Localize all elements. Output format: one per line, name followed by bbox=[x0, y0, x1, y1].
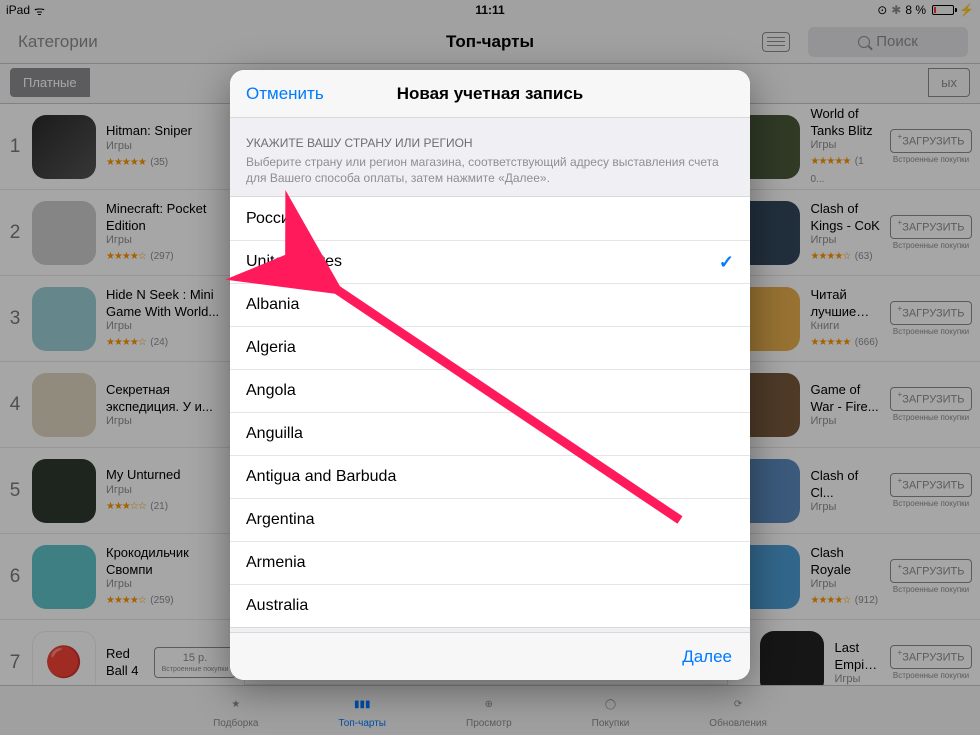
new-account-modal: Отменить Новая учетная запись УКАЖИТЕ ВА… bbox=[230, 70, 750, 680]
country-option[interactable]: Armenia bbox=[230, 541, 750, 584]
section-subtitle: Выберите страну или регион магазина, соо… bbox=[246, 154, 734, 186]
modal-body: УКАЖИТЕ ВАШУ СТРАНУ ИЛИ РЕГИОН Выберите … bbox=[230, 118, 750, 632]
country-option[interactable]: Россия bbox=[230, 197, 750, 240]
modal-header: Отменить Новая учетная запись bbox=[230, 70, 750, 118]
country-list[interactable]: РоссияUnited States✓AlbaniaAlgeriaAngola… bbox=[230, 196, 750, 628]
modal-footer: Далее bbox=[230, 632, 750, 680]
modal-title: Новая учетная запись bbox=[397, 84, 584, 104]
country-option[interactable]: Anguilla bbox=[230, 412, 750, 455]
country-option[interactable]: Antigua and Barbuda bbox=[230, 455, 750, 498]
next-button[interactable]: Далее bbox=[682, 647, 732, 667]
section-header: УКАЖИТЕ ВАШУ СТРАНУ ИЛИ РЕГИОН Выберите … bbox=[230, 118, 750, 196]
checkmark-icon: ✓ bbox=[719, 252, 734, 273]
country-option[interactable]: Algeria bbox=[230, 326, 750, 369]
country-option[interactable]: Angola bbox=[230, 369, 750, 412]
section-title: УКАЖИТЕ ВАШУ СТРАНУ ИЛИ РЕГИОН bbox=[246, 136, 734, 150]
country-option[interactable]: Australia bbox=[230, 584, 750, 627]
country-option[interactable]: Argentina bbox=[230, 498, 750, 541]
cancel-button[interactable]: Отменить bbox=[246, 84, 324, 104]
country-option[interactable]: United States✓ bbox=[230, 240, 750, 283]
country-option[interactable]: Albania bbox=[230, 283, 750, 326]
